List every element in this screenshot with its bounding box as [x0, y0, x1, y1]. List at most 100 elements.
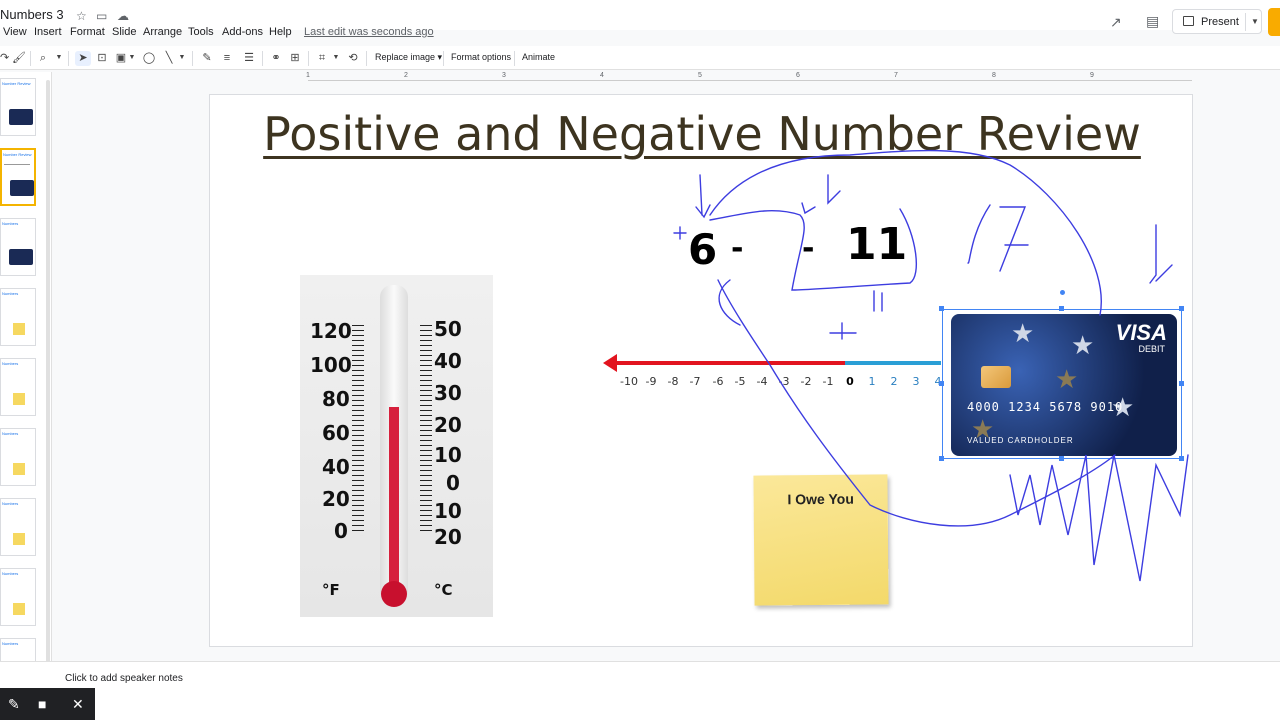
number-line-image[interactable]: -10 -9 -8 -7 -6 -5 -4 -3 -2 -1 0 1 2 3 4 — [603, 349, 963, 389]
zoom-icon[interactable]: ⌕ — [36, 51, 50, 66]
speaker-notes[interactable]: Click to add speaker notes — [0, 661, 1280, 720]
ruler-band — [308, 80, 1192, 81]
divider — [443, 51, 444, 66]
format-options-button[interactable]: Format options — [451, 52, 511, 62]
replace-image-label: Replace image — [375, 52, 436, 62]
present-button[interactable]: Present ▼ — [1172, 9, 1262, 34]
cloud-status-icon[interactable]: ☁ — [117, 9, 129, 23]
menu-arrange[interactable]: Arrange — [143, 26, 182, 38]
slide-thumbnail[interactable]: Numbers — [0, 568, 36, 626]
thumb-title: Numbers — [2, 221, 19, 226]
c-label: 40 — [434, 349, 462, 373]
chevron-down-icon[interactable]: ▼ — [178, 51, 186, 66]
pen-icon[interactable]: ✎ — [8, 696, 20, 713]
replace-image-button[interactable]: Replace image ▾ — [375, 52, 442, 63]
share-button[interactable] — [1268, 8, 1280, 36]
slide-thumbnail-active[interactable]: Number Review — [0, 148, 36, 206]
ruler-tick: 9 — [1090, 72, 1094, 79]
thermometer-image[interactable]: 120 100 80 60 40 20 0 50 40 30 20 10 0 1… — [300, 275, 493, 617]
menu-addons[interactable]: Add-ons — [222, 26, 263, 38]
text-box-icon[interactable]: ⊡ — [95, 51, 109, 66]
menu-slide[interactable]: Slide — [112, 26, 136, 38]
f-label: 60 — [322, 421, 350, 445]
border-weight-icon[interactable]: ≡ — [220, 51, 234, 66]
c-label: 0 — [446, 471, 460, 495]
selection-box[interactable] — [942, 309, 1182, 459]
resize-handle[interactable] — [939, 456, 944, 461]
menu-format[interactable]: Format — [70, 26, 105, 38]
equation-operator-2[interactable]: - — [802, 231, 814, 266]
slide-filmstrip: Number Review Number Review Numbers Numb… — [0, 72, 52, 672]
thumb-title: Numbers — [2, 431, 19, 436]
resize-handle[interactable] — [1179, 306, 1184, 311]
ruler-tick: 4 — [600, 72, 604, 79]
divider — [68, 51, 69, 66]
divider — [514, 51, 515, 66]
filmstrip-scrollbar[interactable] — [46, 80, 50, 670]
slide-thumbnail[interactable]: Numbers — [0, 428, 36, 486]
link-icon[interactable]: ⚭ — [268, 51, 284, 66]
resize-handle[interactable] — [939, 381, 944, 386]
f-label: 100 — [310, 353, 352, 377]
rotate-handle[interactable] — [1060, 290, 1065, 295]
resize-handle[interactable] — [1179, 381, 1184, 386]
f-label: 40 — [322, 455, 350, 479]
ruler-tick: 3 — [502, 72, 506, 79]
slide-thumbnail[interactable]: Numbers — [0, 498, 36, 556]
add-comment-icon[interactable]: ⊞ — [288, 51, 302, 66]
divider — [366, 51, 367, 66]
sticky-note-image[interactable]: I Owe You — [753, 474, 889, 606]
slide-thumbnail[interactable]: Numbers — [0, 218, 36, 276]
divider — [262, 51, 263, 66]
equation-right-number[interactable]: 11 — [846, 219, 907, 270]
comments-icon[interactable]: ▤ — [1146, 13, 1159, 30]
equation-left-number[interactable]: 6 — [688, 225, 717, 274]
menu-insert[interactable]: Insert — [34, 26, 62, 38]
chevron-down-icon[interactable]: ▼ — [1251, 17, 1259, 26]
number-line-label: -6 — [712, 375, 724, 388]
menu-view[interactable]: View — [3, 26, 27, 38]
equation-operator-1[interactable]: - — [731, 231, 743, 266]
paint-format-icon[interactable]: 🖌 — [12, 51, 26, 66]
activity-trend-icon[interactable]: ↗ — [1110, 14, 1122, 31]
resize-handle[interactable] — [939, 306, 944, 311]
chevron-down-icon[interactable]: ▼ — [332, 51, 340, 66]
line-icon[interactable]: ╲ — [162, 51, 176, 66]
menu-tools[interactable]: Tools — [188, 26, 214, 38]
divider — [308, 51, 309, 66]
border-dash-icon[interactable]: ☰ — [242, 51, 256, 66]
number-line-label: -8 — [667, 375, 679, 388]
border-color-icon[interactable]: ✎ — [200, 51, 214, 66]
redo-icon[interactable]: ↷ — [0, 51, 9, 66]
number-line-label: -10 — [620, 375, 638, 388]
thumb-title: Numbers — [2, 571, 19, 576]
resize-handle[interactable] — [1059, 306, 1064, 311]
move-folder-icon[interactable]: ▭ — [96, 9, 107, 23]
f-label: 0 — [334, 519, 348, 543]
select-tool-icon[interactable]: ➤ — [75, 51, 91, 66]
f-label: 20 — [322, 487, 350, 511]
camera-icon[interactable]: ■ — [38, 696, 46, 712]
star-icon[interactable]: ☆ — [76, 9, 87, 23]
thumb-title: Numbers — [2, 291, 19, 296]
resize-handle[interactable] — [1179, 456, 1184, 461]
c-label: 20 — [434, 525, 462, 549]
slide-thumbnail[interactable]: Number Review — [0, 78, 36, 136]
chevron-down-icon[interactable]: ▼ — [54, 51, 64, 66]
image-icon[interactable]: ▣ — [114, 51, 128, 66]
slide-canvas[interactable]: Positive and Negative Number Review 120 … — [209, 94, 1193, 647]
close-icon[interactable]: ✕ — [72, 696, 84, 713]
resize-handle[interactable] — [1059, 456, 1064, 461]
menu-help[interactable]: Help — [269, 26, 292, 38]
document-title[interactable]: Numbers 3 — [0, 7, 64, 22]
reset-image-icon[interactable]: ⟲ — [346, 51, 360, 66]
last-edit-link[interactable]: Last edit was seconds ago — [304, 26, 434, 38]
shape-icon[interactable]: ◯ — [142, 51, 156, 66]
chevron-down-icon[interactable]: ▼ — [128, 51, 136, 66]
slide-thumbnail[interactable]: Numbers — [0, 358, 36, 416]
c-label: 30 — [434, 381, 462, 405]
animate-button[interactable]: Animate — [522, 52, 555, 62]
crop-icon[interactable]: ⌗ — [314, 51, 330, 66]
slide-thumbnail[interactable]: Numbers — [0, 288, 36, 346]
slide-title[interactable]: Positive and Negative Number Review — [210, 107, 1194, 161]
